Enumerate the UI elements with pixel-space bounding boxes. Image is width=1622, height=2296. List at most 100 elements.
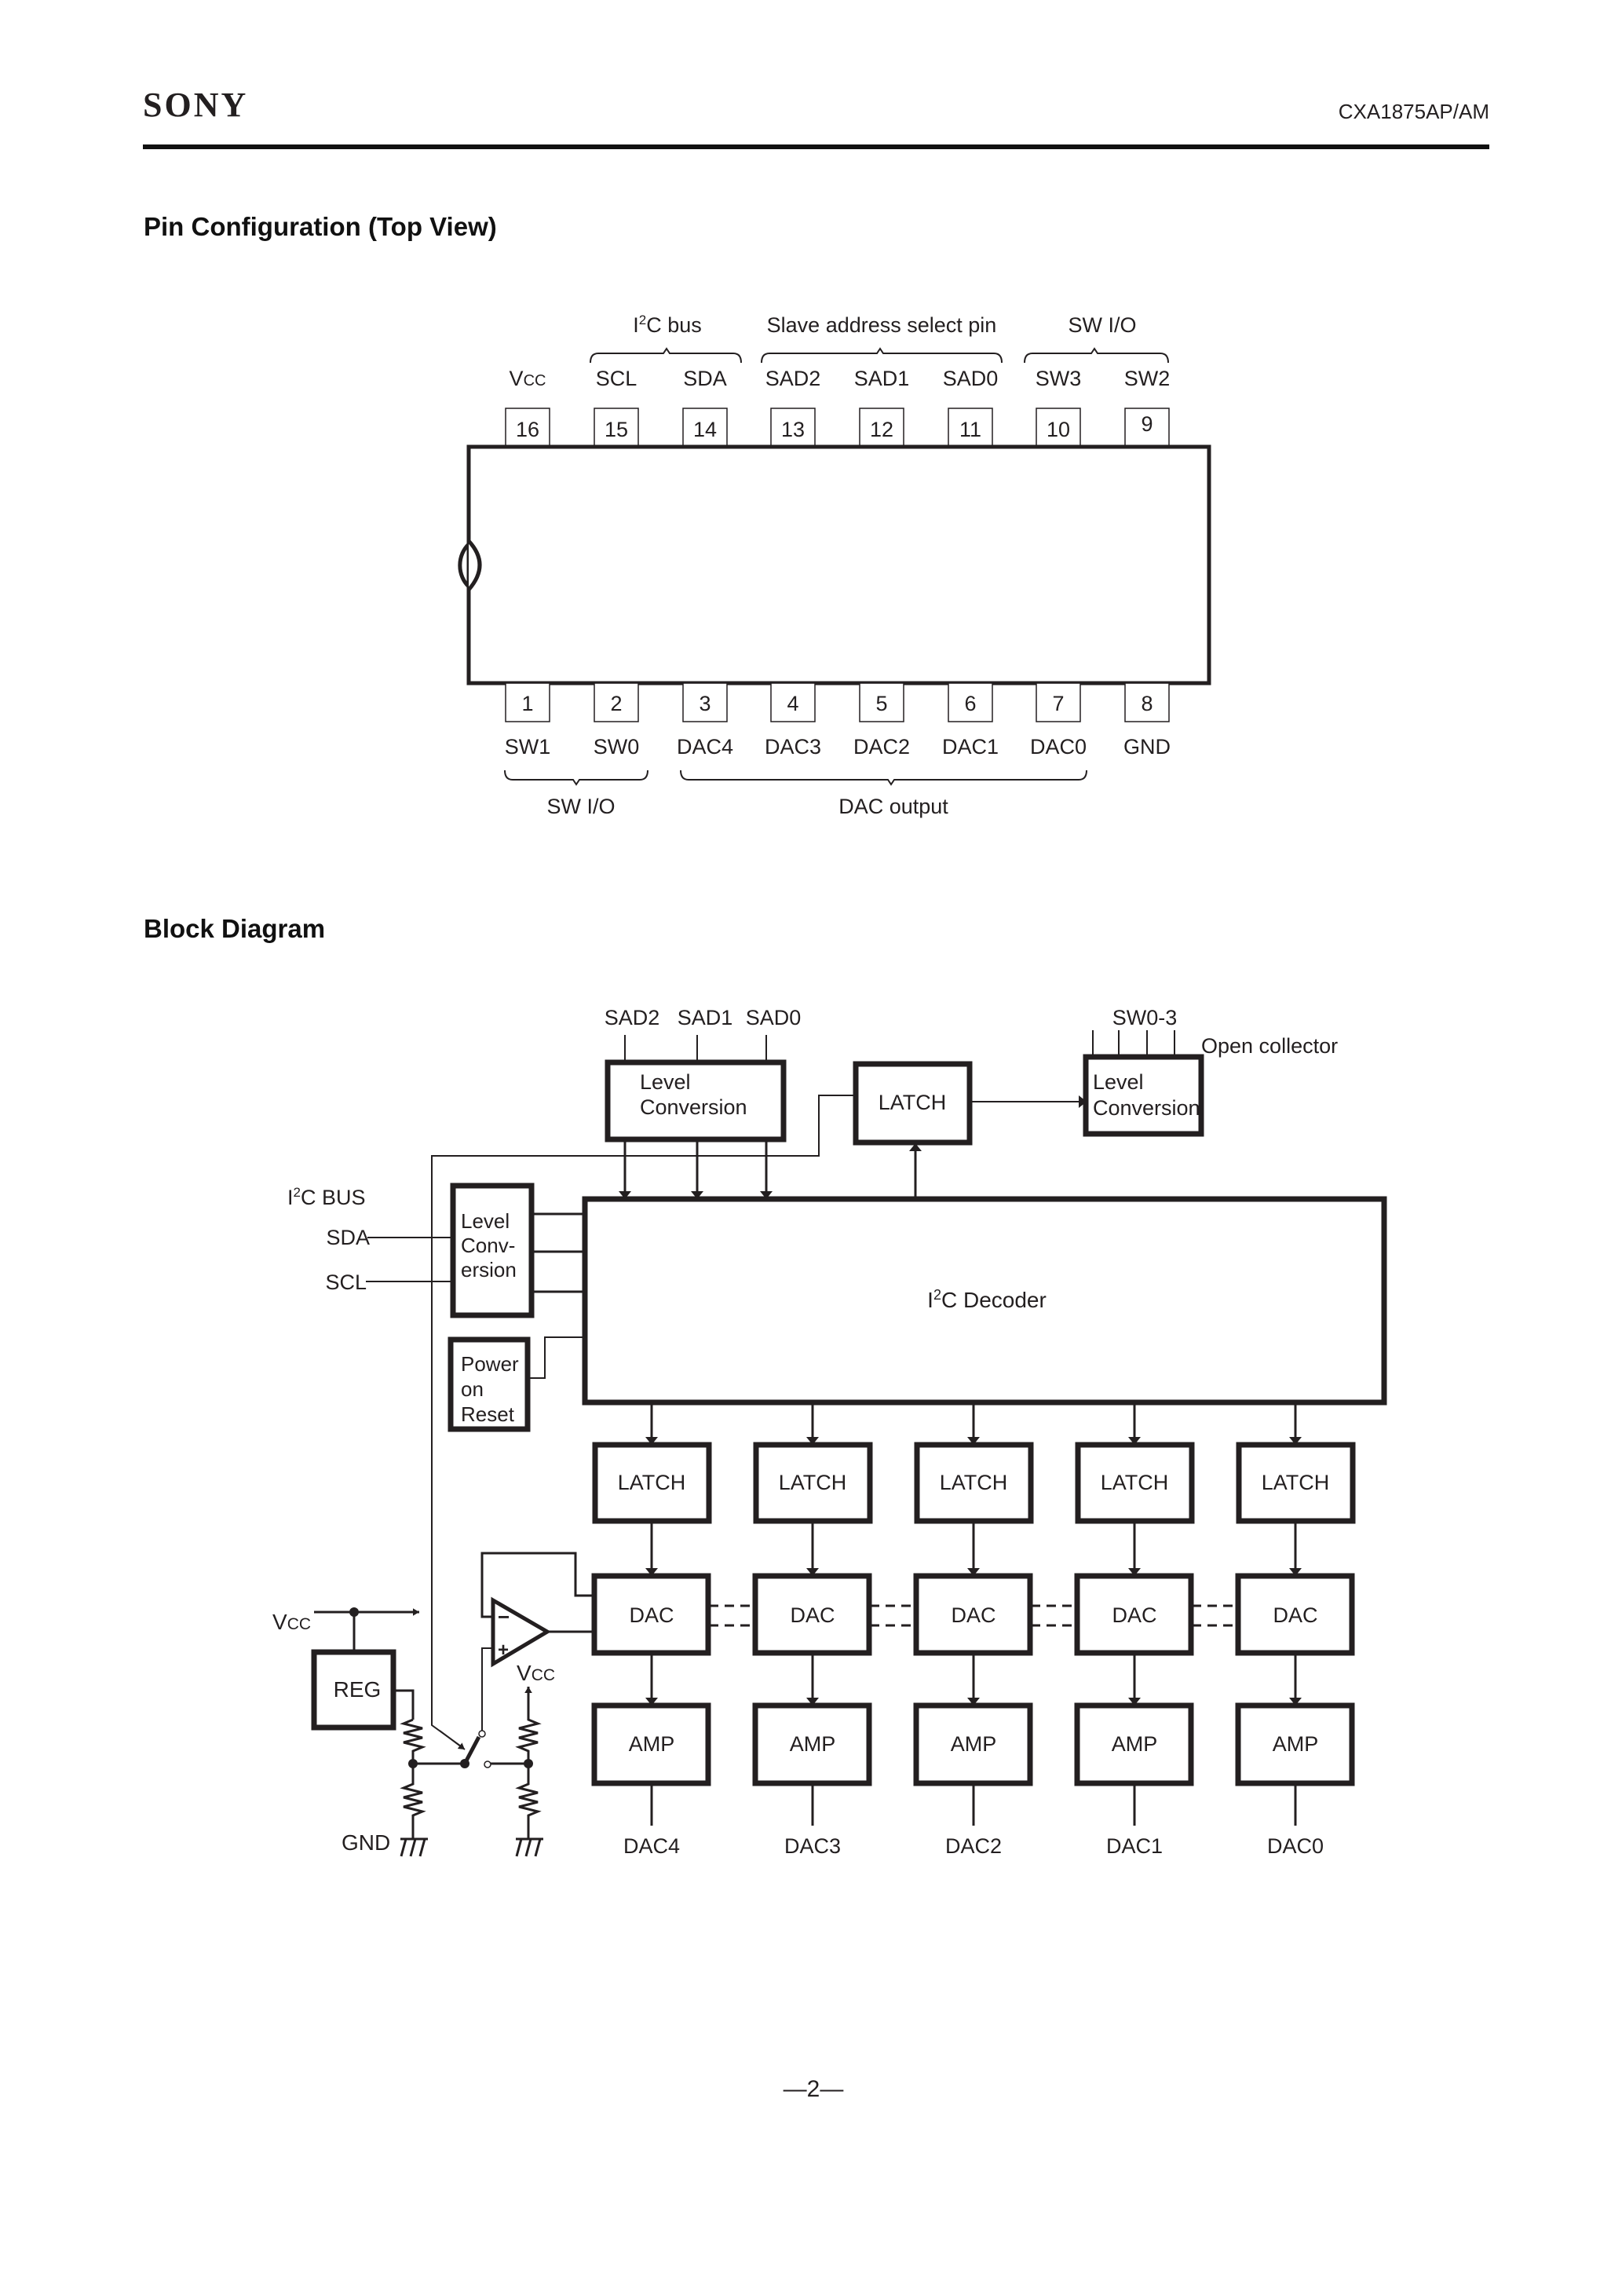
pin-name: DAC4 bbox=[677, 735, 733, 759]
pin-6: 6 DAC1 bbox=[942, 682, 999, 759]
dac-label: DAC bbox=[1112, 1603, 1156, 1627]
amp-label: AMP bbox=[629, 1732, 675, 1756]
arrow-switch-control bbox=[439, 1730, 466, 1750]
pin-name: SAD2 bbox=[765, 367, 821, 390]
group-label-slave-address: Slave address select pin bbox=[767, 313, 997, 337]
output-pin-label: DAC4 bbox=[623, 1834, 680, 1858]
header-rule bbox=[143, 144, 1489, 149]
pin-8: 8 GND bbox=[1123, 682, 1171, 759]
page-header: SONY CXA1875AP/AM bbox=[143, 86, 1489, 149]
datasheet-page: SONY CXA1875AP/AM Pin Configuration (Top… bbox=[143, 86, 1489, 2102]
pin-2: 2 SW0 bbox=[594, 682, 639, 759]
ground-left-icon bbox=[400, 1838, 426, 1857]
pin-name: DAC3 bbox=[765, 735, 821, 759]
resistor-right-lower bbox=[515, 1764, 542, 1839]
pin-11: 11 SAD0 bbox=[943, 367, 999, 448]
latch-label: LATCH bbox=[1262, 1471, 1330, 1494]
amp-label: AMP bbox=[951, 1732, 997, 1756]
pin-number: 16 bbox=[516, 418, 539, 441]
pin-number: 6 bbox=[964, 692, 976, 715]
pin-3: 3 DAC4 bbox=[677, 682, 733, 759]
brace-dac-output bbox=[680, 770, 1087, 786]
regulator-label: REG bbox=[334, 1677, 382, 1702]
power-on-reset-line3: Reset bbox=[461, 1402, 515, 1426]
channel-dac0: LATCH DAC AMP DAC0 bbox=[1235, 1402, 1356, 1858]
pin-9: 9 SW2 bbox=[1124, 367, 1170, 448]
level-conversion-i2c-line1: Level bbox=[461, 1209, 510, 1233]
pin-name: VCC bbox=[510, 367, 546, 390]
brace-slave-address bbox=[761, 347, 1003, 364]
resistor-left-upper bbox=[400, 1718, 426, 1764]
pin-15: 15 SCL bbox=[594, 367, 639, 448]
top-pin-row: 16 VCC 15 SCL 14 SDA 13 SAD2 12 SAD1 11 SAD0 10 SW3 9 S… bbox=[505, 367, 1170, 448]
channel-dac2: LATCH DAC AMP DAC2 bbox=[913, 1402, 1077, 1858]
label-i2c-bus: I2C BUS bbox=[287, 1185, 366, 1209]
label-scl: SCL bbox=[325, 1270, 367, 1294]
pin-name: GND bbox=[1123, 735, 1171, 759]
pin-number: 4 bbox=[787, 692, 798, 715]
latch-label: LATCH bbox=[779, 1471, 847, 1494]
switch-blade bbox=[462, 1735, 481, 1765]
output-pin-label: DAC2 bbox=[945, 1834, 1002, 1858]
level-conversion-sw-line1: Level bbox=[1093, 1070, 1144, 1094]
channel-dac4: LATCH DAC AMP DAC4 bbox=[591, 1402, 755, 1858]
group-label-dac-output: DAC output bbox=[838, 795, 948, 818]
pin-number: 11 bbox=[959, 418, 981, 441]
block-diagram: SAD2 SAD1 SAD0 Level Conversion LATCH Le… bbox=[272, 1006, 1387, 1858]
channel-dac3: LATCH DAC AMP DAC3 bbox=[752, 1402, 916, 1858]
pin-number: 8 bbox=[1141, 692, 1153, 715]
output-pin-label: DAC0 bbox=[1267, 1834, 1324, 1858]
pin-number: 3 bbox=[699, 692, 711, 715]
pin-number: 10 bbox=[1047, 418, 1070, 441]
sony-logo: SONY bbox=[143, 86, 248, 124]
level-conversion-sw-block bbox=[1083, 1054, 1204, 1137]
i2c-decoder-label: I2C Decoder bbox=[927, 1287, 1047, 1312]
power-on-reset-line2: on bbox=[461, 1377, 484, 1401]
label-open-collector: Open collector bbox=[1201, 1034, 1338, 1058]
latch-label: LATCH bbox=[618, 1471, 686, 1494]
channel-dac1: LATCH DAC AMP DAC1 bbox=[1074, 1402, 1238, 1858]
output-pin-label: DAC1 bbox=[1106, 1834, 1163, 1858]
brace-sw-io-bottom bbox=[504, 770, 648, 786]
pin-13: 13 SAD2 bbox=[765, 367, 821, 448]
group-label-i2c-bus: I2C bus bbox=[633, 313, 702, 337]
channel-columns: LATCH DAC AMP DAC4 LATCH DAC AMP DAC3 LATCH DAC AM… bbox=[591, 1402, 1356, 1858]
switch-contact-lower bbox=[484, 1760, 491, 1768]
dac-label: DAC bbox=[790, 1603, 835, 1627]
label-sad1: SAD1 bbox=[678, 1006, 733, 1029]
pin-16: 16 VCC bbox=[505, 367, 550, 448]
brace-sw-io-top bbox=[1024, 347, 1169, 364]
pin-config-diagram: I2C bus Slave address select pin SW I/O … bbox=[458, 313, 1211, 818]
pin-7: 7 DAC0 bbox=[1030, 682, 1087, 759]
level-conversion-i2c-line2: Conv- bbox=[461, 1234, 515, 1257]
bottom-pin-row: 1 SW1 2 SW0 3 DAC4 4 DAC3 5 DAC2 6 DAC1 7 DAC0 8 GND bbox=[505, 682, 1171, 759]
ic-package-body bbox=[458, 444, 1211, 686]
pin-name: SW3 bbox=[1036, 367, 1082, 390]
pin-4: 4 DAC3 bbox=[765, 682, 821, 759]
pin-number: 2 bbox=[610, 692, 622, 715]
pin-14: 14 SDA bbox=[682, 367, 728, 448]
amp-label: AMP bbox=[790, 1732, 836, 1756]
pin-number: 15 bbox=[605, 418, 628, 441]
label-sad2: SAD2 bbox=[605, 1006, 660, 1029]
wire-reg-divider bbox=[393, 1689, 415, 1720]
pin-name: SW1 bbox=[505, 735, 551, 759]
pin-number: 13 bbox=[781, 418, 805, 441]
block-diagram-title: Block Diagram bbox=[144, 914, 325, 943]
dac-label: DAC bbox=[629, 1603, 674, 1627]
latch-label: LATCH bbox=[1101, 1471, 1169, 1494]
latch-switch-label: LATCH bbox=[879, 1091, 947, 1114]
dac-label: DAC bbox=[1273, 1603, 1317, 1627]
pin-name: DAC0 bbox=[1030, 735, 1087, 759]
pin-number: 14 bbox=[693, 418, 717, 441]
label-sad0: SAD0 bbox=[746, 1006, 802, 1029]
ground-right-icon bbox=[515, 1838, 542, 1857]
pin-name: SAD0 bbox=[943, 367, 999, 390]
pin-number: 12 bbox=[870, 418, 893, 441]
pin-number: 5 bbox=[875, 692, 887, 715]
pin-name: SAD1 bbox=[854, 367, 910, 390]
part-number: CXA1875AP/AM bbox=[1339, 100, 1489, 123]
power-on-reset-line1: Power bbox=[461, 1352, 519, 1376]
brace-i2c bbox=[590, 347, 742, 364]
output-pin-label: DAC3 bbox=[784, 1834, 841, 1858]
